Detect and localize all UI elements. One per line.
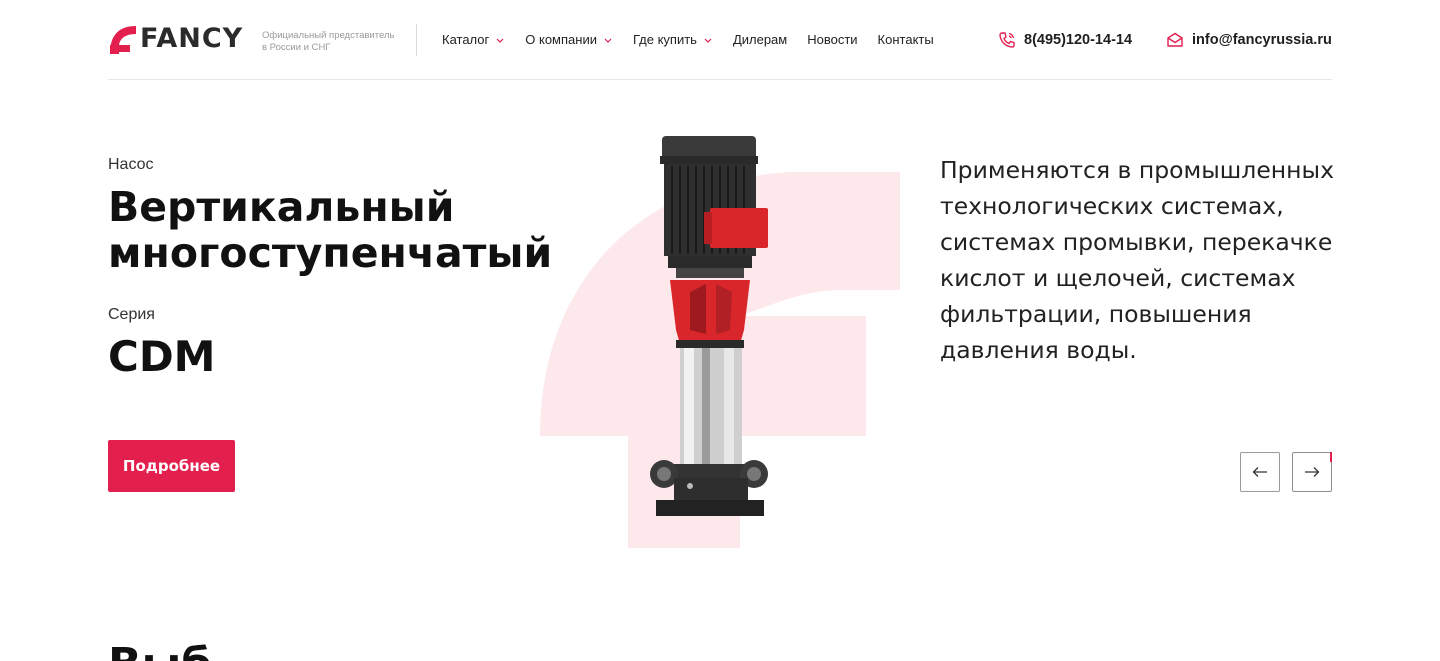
header-divider <box>416 24 417 56</box>
chevron-down-icon <box>604 38 612 43</box>
product-description: Применяются в промышленных технологическ… <box>940 156 1334 364</box>
nav-item-catalog[interactable]: Каталог <box>442 32 505 47</box>
phone-number: 8(495)120-14-14 <box>1024 32 1133 48</box>
slider-next-button[interactable] <box>1292 452 1332 492</box>
envelope-icon <box>1167 32 1183 47</box>
email-link[interactable]: info@fancyrussia.ru <box>1166 31 1332 49</box>
nav-item-contacts[interactable]: Контакты <box>878 32 934 47</box>
nav-item-about[interactable]: О компании <box>525 32 613 47</box>
next-section-title: Выб <box>108 640 212 661</box>
site-header: FANCY Официальный представитель в России… <box>108 0 1332 80</box>
nav-item-label: О компании <box>525 32 597 47</box>
fancy-logo-icon <box>110 26 136 54</box>
pump-product-image <box>650 136 768 516</box>
arrow-left-icon <box>1252 467 1267 477</box>
arrow-right-icon <box>1305 467 1320 477</box>
hero-title-line-2: многоступенчатый <box>108 229 553 277</box>
tagline-line-1: Официальный представитель <box>262 30 395 41</box>
logo[interactable]: FANCY <box>108 24 243 54</box>
slider-prev-button[interactable] <box>1240 452 1280 492</box>
logo-text: FANCY <box>140 23 244 54</box>
series-name: CDM <box>108 332 216 381</box>
nav-item-news[interactable]: Новости <box>807 32 857 47</box>
phone-icon <box>999 32 1015 48</box>
email-address: info@fancyrussia.ru <box>1192 32 1332 48</box>
nav-item-label: Каталог <box>442 32 490 47</box>
nav-item-label: Где купить <box>632 32 697 47</box>
hero-title: Вертикальный многоступенчатый <box>108 184 568 276</box>
phone-link[interactable]: 8(495)120-14-14 <box>998 31 1132 49</box>
nav-item-dealers[interactable]: Дилерам <box>733 32 787 47</box>
tagline-line-2: в России и СНГ <box>262 42 331 53</box>
chevron-down-icon <box>496 38 504 43</box>
hero-title-line-1: Вертикальный <box>108 183 455 231</box>
nav-item-label: Контакты <box>877 32 934 47</box>
chevron-down-icon <box>704 38 712 43</box>
main-nav: Каталог О компании Где купить Дилерам Но… <box>442 32 954 47</box>
series-label: Серия <box>108 306 155 323</box>
nav-item-label: Дилерам <box>732 32 788 47</box>
product-type-label: Насос <box>108 156 154 173</box>
nav-item-label: Новости <box>807 32 858 47</box>
more-button[interactable]: Подробнее <box>108 440 235 492</box>
tagline: Официальный представитель в России и СНГ <box>262 30 412 54</box>
nav-item-where-to-buy[interactable]: Где купить <box>633 32 713 47</box>
